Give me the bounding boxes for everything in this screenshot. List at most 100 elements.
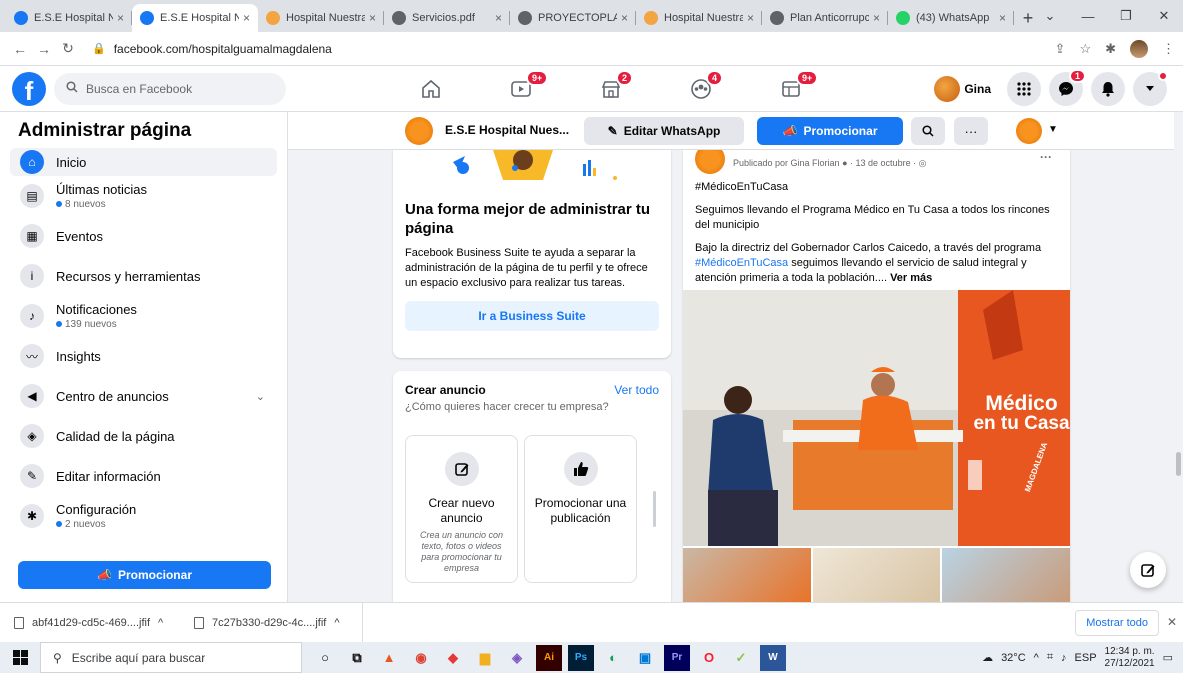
network-icon[interactable]: ⌗ bbox=[1047, 651, 1053, 664]
see-more-link[interactable]: Ver más bbox=[890, 272, 932, 284]
forward-icon[interactable]: → bbox=[32, 41, 56, 57]
page-scrollbar[interactable] bbox=[1174, 112, 1183, 602]
tab-search-icon[interactable]: ⌄ bbox=[1031, 0, 1069, 32]
close-tab-icon[interactable]: × bbox=[999, 11, 1006, 25]
browser-tab[interactable]: PROYECTOPLANE × bbox=[510, 4, 636, 32]
sidebar-item-7[interactable]: ◀ Centro de anuncios ⌄ bbox=[10, 376, 277, 416]
hashtag-link[interactable]: #MédicoEnTuCasa bbox=[695, 257, 788, 269]
url-field[interactable]: 🔒 facebook.com/hospitalguamalmagdalena bbox=[86, 36, 1055, 62]
sidebar-item-9[interactable]: ✎ Editar información bbox=[10, 456, 277, 496]
profile-avatar[interactable] bbox=[1130, 39, 1148, 58]
sidebar-item-3[interactable]: ▦ Eventos bbox=[10, 216, 277, 256]
chrome-menu-icon[interactable]: ⋮ bbox=[1162, 41, 1175, 57]
browser-tab[interactable]: (43) WhatsApp × bbox=[888, 4, 1014, 32]
nav-groups[interactable]: 4 bbox=[656, 66, 746, 112]
close-tab-icon[interactable]: × bbox=[621, 11, 628, 25]
tiles-scrollbar[interactable] bbox=[653, 491, 656, 527]
page-logo[interactable] bbox=[405, 117, 433, 145]
menu-grid-button[interactable] bbox=[1007, 72, 1041, 106]
browser-tab[interactable]: Hospital Nuestra × bbox=[636, 4, 762, 32]
post-author-avatar[interactable] bbox=[695, 150, 725, 174]
file-explorer-icon[interactable]: ▆ bbox=[472, 645, 498, 671]
page-name[interactable]: E.S.E Hospital Nues... bbox=[445, 123, 569, 137]
chevron-down-icon[interactable]: ⌄ bbox=[256, 390, 265, 403]
download-item[interactable]: abf41d29-cd5c-469....jfif ^ bbox=[14, 616, 194, 629]
cortana-icon[interactable]: ○ bbox=[312, 645, 338, 671]
language-indicator[interactable]: ESP bbox=[1075, 652, 1097, 664]
edit-whatsapp-button[interactable]: ✎ Editar WhatsApp bbox=[584, 117, 744, 145]
post-publisher[interactable]: Publicado por Gina Florian bbox=[733, 158, 840, 168]
notifications-button[interactable] bbox=[1091, 72, 1125, 106]
nav-marketplace[interactable]: 2 bbox=[566, 66, 656, 112]
taskbar-search[interactable]: ⚲ Escribe aquí para buscar bbox=[40, 642, 302, 673]
app-icon[interactable]: ◈ bbox=[504, 645, 530, 671]
temperature[interactable]: 32°C bbox=[1001, 652, 1026, 664]
page-search-button[interactable] bbox=[911, 117, 945, 145]
chevron-up-icon[interactable]: ^ bbox=[158, 617, 163, 629]
sidebar-item-10[interactable]: ✱ Configuración 2 nuevos bbox=[10, 496, 277, 536]
download-item[interactable]: 7c27b330-d29c-4c....jfif ^ bbox=[194, 616, 374, 629]
sidebar-item-6[interactable]: 〰 Insights bbox=[10, 336, 277, 376]
sidebar-promote-button[interactable]: 📣 Promocionar bbox=[18, 561, 271, 589]
facebook-search-input[interactable]: Busca en Facebook bbox=[54, 72, 286, 105]
app-icon[interactable]: ◆ bbox=[440, 645, 466, 671]
bookmark-star-icon[interactable]: ☆ bbox=[1079, 41, 1091, 57]
lock-icon[interactable]: 🔒 bbox=[92, 42, 106, 55]
post-options-icon[interactable]: ··· bbox=[1040, 150, 1052, 164]
photo-thumbnail[interactable] bbox=[812, 548, 941, 602]
post-date[interactable]: · 13 de octubre · bbox=[850, 158, 916, 168]
photo-thumbnail[interactable] bbox=[942, 548, 1070, 602]
task-view-icon[interactable]: ⧉ bbox=[344, 645, 370, 671]
chrome-icon[interactable]: ◉ bbox=[408, 645, 434, 671]
photoshop-icon[interactable]: Ps bbox=[568, 644, 594, 671]
restore-icon[interactable]: ❐ bbox=[1107, 0, 1145, 32]
browser-tab[interactable]: E.S.E Hospital Nu × bbox=[132, 4, 258, 32]
sidebar-item-2[interactable]: ▤ Últimas noticias 8 nuevos bbox=[10, 176, 277, 216]
minimize-icon[interactable]: — bbox=[1069, 0, 1107, 32]
vlc-icon[interactable]: ▲ bbox=[376, 645, 402, 671]
post-photo[interactable]: Médico en tu Casa MAGDALENA bbox=[683, 290, 1070, 546]
messenger-button[interactable]: 1 bbox=[1049, 69, 1086, 106]
chevron-up-icon[interactable]: ^ bbox=[334, 617, 339, 629]
close-tab-icon[interactable]: × bbox=[873, 11, 880, 25]
new-message-button[interactable] bbox=[1130, 552, 1166, 588]
profile-shortcut[interactable]: Gina bbox=[932, 74, 999, 104]
close-downloads-icon[interactable]: ✕ bbox=[1167, 615, 1177, 629]
clock[interactable]: 12:34 p. m. 27/12/2021 bbox=[1105, 646, 1155, 670]
sidebar-item-4[interactable]: i Recursos y herramientas bbox=[10, 256, 277, 296]
close-tab-icon[interactable]: × bbox=[117, 11, 124, 25]
share-icon[interactable]: ⇪ bbox=[1055, 41, 1066, 57]
nav-watch[interactable]: 9+ bbox=[476, 66, 566, 112]
opera-icon[interactable]: O bbox=[696, 645, 722, 671]
browser-tab[interactable]: Hospital Nuestra × bbox=[258, 4, 384, 32]
sidebar-item-1[interactable]: ⌂ Inicio bbox=[10, 148, 277, 176]
promote-post-tile[interactable]: Promocionar una publicación bbox=[524, 435, 637, 583]
windows-start-icon[interactable] bbox=[0, 650, 40, 665]
facebook-logo-icon[interactable]: f bbox=[12, 71, 46, 106]
sidebar-item-5[interactable]: ♪ Notificaciones 139 nuevos bbox=[10, 296, 277, 336]
edge-icon[interactable]: ◐ bbox=[600, 645, 626, 671]
sidebar-item-8[interactable]: ◈ Calidad de la página bbox=[10, 416, 277, 456]
back-icon[interactable]: ← bbox=[8, 41, 32, 57]
reload-icon[interactable]: ↻ bbox=[56, 40, 80, 57]
account-button[interactable] bbox=[1133, 71, 1168, 106]
caret-down-icon[interactable]: ▼ bbox=[1048, 124, 1058, 135]
extensions-icon[interactable]: ✱ bbox=[1105, 41, 1116, 57]
notification-center-icon[interactable]: ▭ bbox=[1163, 651, 1173, 664]
illustrator-icon[interactable]: Ai bbox=[536, 644, 562, 671]
store-icon[interactable]: ▣ bbox=[632, 645, 658, 671]
nav-home[interactable] bbox=[386, 66, 476, 112]
browser-tab[interactable]: Plan Anticorrupci × bbox=[762, 4, 888, 32]
see-all-link[interactable]: Ver todo bbox=[614, 383, 659, 397]
more-options-button[interactable]: ··· bbox=[954, 117, 988, 145]
browser-tab[interactable]: Servicios.pdf × bbox=[384, 4, 510, 32]
promote-button[interactable]: 📣 Promocionar bbox=[757, 117, 903, 145]
go-to-business-suite-button[interactable]: Ir a Business Suite bbox=[405, 301, 659, 331]
scrollbar-thumb[interactable] bbox=[1176, 452, 1181, 476]
word-icon[interactable]: W bbox=[760, 644, 786, 671]
show-all-downloads-button[interactable]: Mostrar todo bbox=[1075, 610, 1159, 636]
close-window-icon[interactable]: ✕ bbox=[1145, 0, 1183, 32]
photo-thumbnail[interactable] bbox=[683, 548, 811, 602]
close-tab-icon[interactable]: × bbox=[747, 11, 754, 25]
close-tab-icon[interactable]: × bbox=[369, 11, 376, 25]
